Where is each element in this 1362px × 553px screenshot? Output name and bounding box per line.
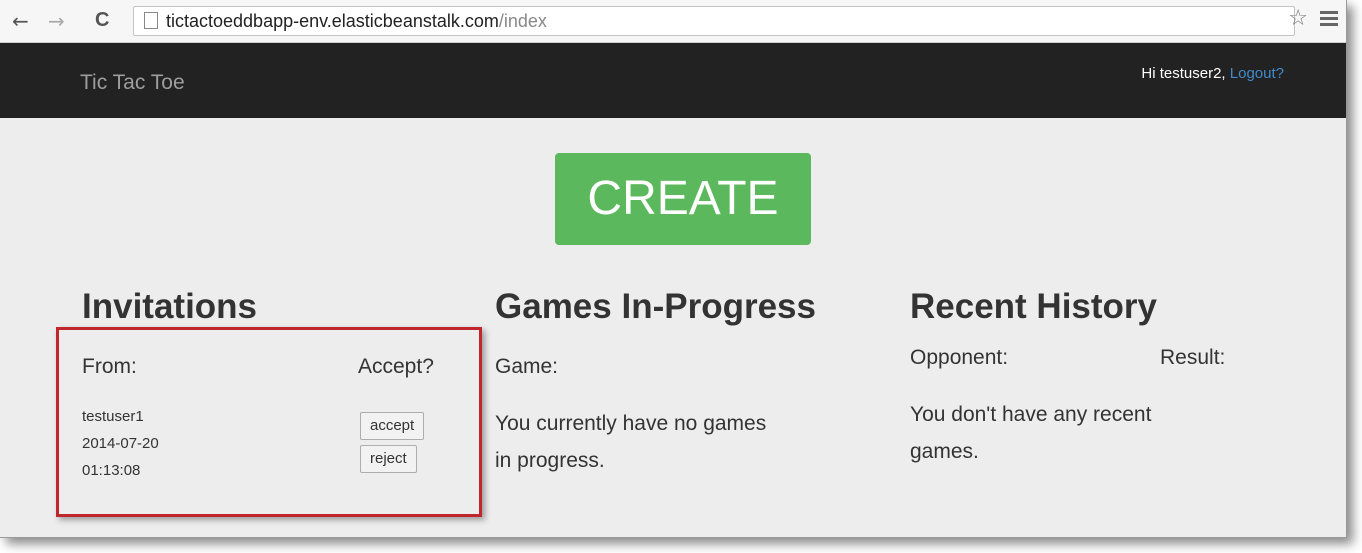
opponent-header: Opponent: (910, 346, 1009, 369)
bookmark-star-icon[interactable]: ☆ (1288, 6, 1308, 31)
page-icon (144, 12, 158, 29)
address-bar[interactable]: tictactoeddbapp-env.elasticbeanstalk.com… (133, 6, 1295, 36)
app-navbar: Tic Tac Toe Hi testuser2, Logout? (0, 43, 1346, 118)
history-title: Recent History (910, 287, 1158, 326)
browser-toolbar: ← → C tictactoeddbapp-env.elasticbeansta… (0, 0, 1346, 43)
invitation-highlight-box (56, 327, 482, 517)
url-domain: tictactoeddbapp-env.elasticbeanstalk.com (166, 11, 499, 31)
history-empty-line2: games. (910, 440, 979, 463)
games-empty-line2: in progress. (495, 449, 605, 472)
logout-link[interactable]: Logout? (1230, 65, 1284, 82)
history-empty-line1: You don't have any recent (910, 403, 1152, 426)
user-greeting: Hi testuser2, Logout? (1141, 65, 1284, 82)
greeting-text: Hi testuser2, (1141, 65, 1230, 82)
create-button[interactable]: CREATE (555, 153, 811, 245)
games-title: Games In-Progress (495, 287, 816, 326)
browser-window: ← → C tictactoeddbapp-env.elasticbeansta… (0, 0, 1347, 538)
games-empty-line1: You currently have no games (495, 412, 767, 435)
games-empty-message: You currently have no games in progress. (495, 405, 766, 479)
reload-icon[interactable]: C (95, 9, 109, 32)
menu-icon[interactable] (1320, 8, 1338, 29)
brand-link[interactable]: Tic Tac Toe (80, 71, 185, 95)
result-header: Result: (1160, 346, 1226, 369)
invitations-title: Invitations (82, 287, 258, 326)
forward-arrow-icon[interactable]: → (48, 9, 65, 33)
back-arrow-icon[interactable]: ← (12, 9, 29, 33)
url-path: /index (498, 11, 547, 31)
game-header: Game: (495, 355, 559, 378)
history-empty-message: You don't have any recent games. (910, 396, 1151, 470)
